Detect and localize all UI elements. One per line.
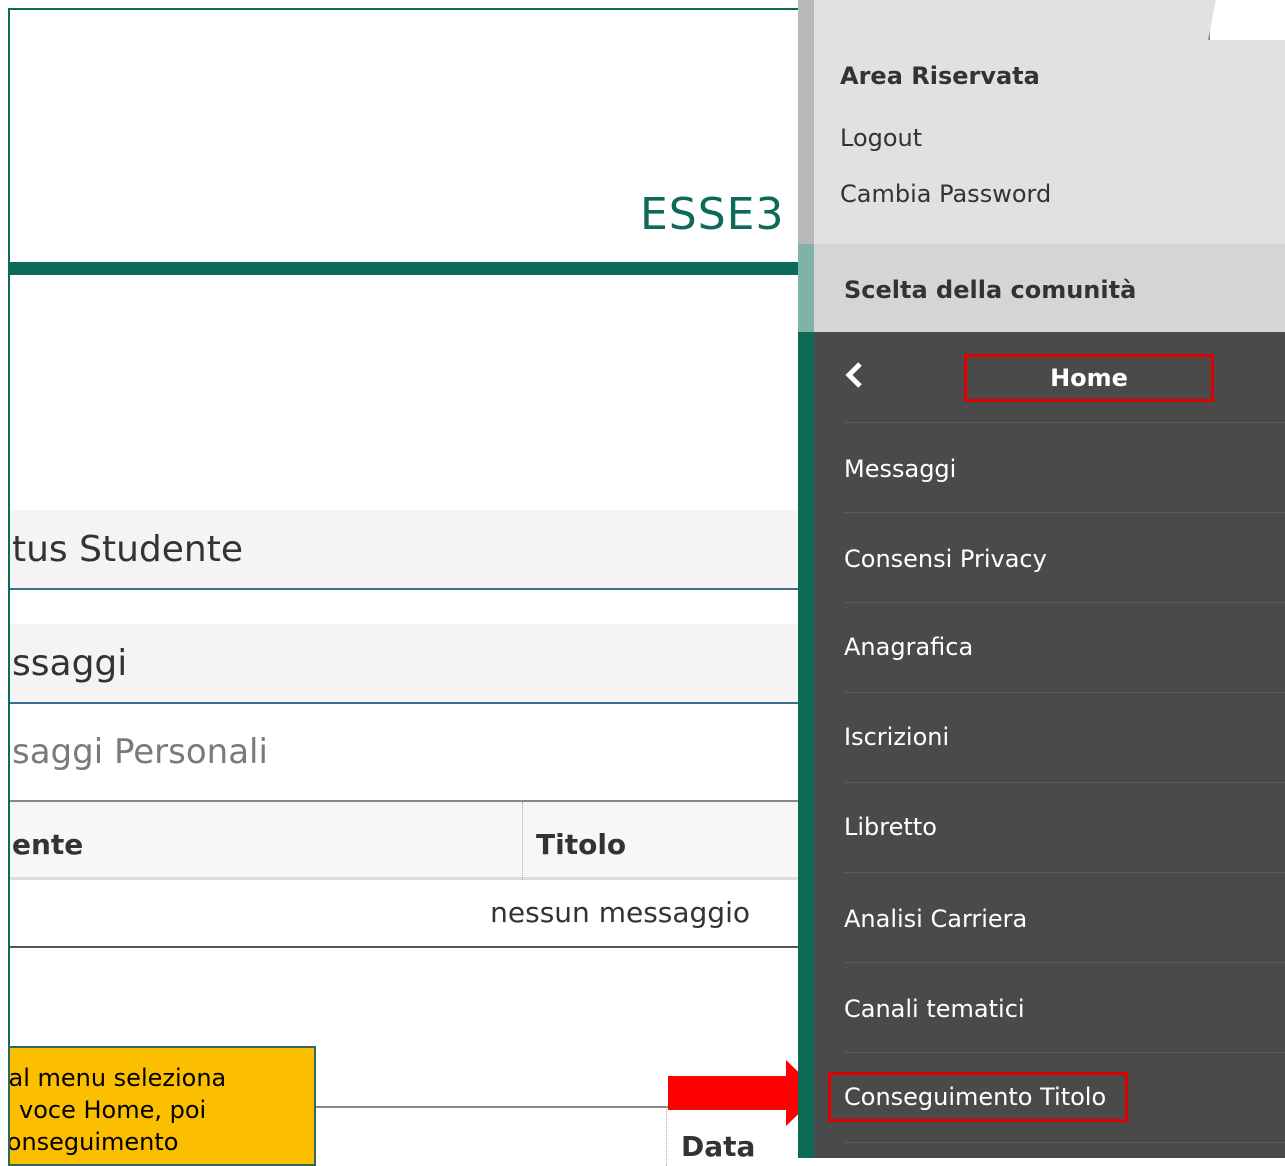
callout-line: Conseguimento <box>8 1128 179 1156</box>
column-header-title[interactable]: Titolo <box>536 828 626 861</box>
sidebar-strip <box>798 244 814 332</box>
chevron-left-icon[interactable] <box>842 360 868 390</box>
menu-item-consensi-privacy[interactable]: Consensi Privacy <box>844 512 1285 602</box>
callout-line: la voce Home, poi <box>8 1096 207 1124</box>
instruction-callout: Dal menu seleziona la voce Home, poi Con… <box>8 1046 316 1166</box>
reserved-area-title: Area Riservata <box>840 62 1040 90</box>
empty-messages-row: nessun messaggio <box>10 880 798 948</box>
pointer-arrow-body <box>668 1076 794 1110</box>
menu-item-divider <box>844 1142 1285 1158</box>
menu-item-iscrizioni[interactable]: Iscrizioni <box>844 692 1285 782</box>
change-password-link[interactable]: Cambia Password <box>840 180 1051 208</box>
column-separator <box>522 802 523 880</box>
callout-line: Dal menu seleziona <box>8 1064 227 1092</box>
logout-link[interactable]: Logout <box>840 124 922 152</box>
column-header-date[interactable]: Data <box>666 1106 798 1166</box>
menu-item-analisi-carriera[interactable]: Analisi Carriera <box>844 872 1285 962</box>
menu-item-libretto[interactable]: Libretto <box>844 782 1285 872</box>
home-menu-header[interactable]: Home <box>964 354 1214 402</box>
personal-messages-title: saggi Personali <box>10 708 798 802</box>
community-choice-label[interactable]: Scelta della comunità <box>844 276 1136 304</box>
sidebar-tab[interactable] <box>1208 0 1285 40</box>
brand-logo[interactable]: ESSE3 <box>640 190 784 240</box>
status-panel-title: tus Studente <box>10 510 798 590</box>
conseguimento-highlight <box>828 1072 1128 1122</box>
sidebar-strip <box>798 332 814 1158</box>
header-divider <box>10 262 798 275</box>
messages-table-header: ente Titolo <box>10 802 798 880</box>
menu-item-messaggi[interactable]: Messaggi <box>844 422 1285 512</box>
column-header-sender[interactable]: ente <box>12 828 83 861</box>
menu-item-anagrafica[interactable]: Anagrafica <box>844 602 1285 692</box>
menu-item-canali-tematici[interactable]: Canali tematici <box>844 962 1285 1052</box>
messages-panel-title: ssaggi <box>10 624 798 704</box>
sidebar-strip <box>798 0 814 244</box>
